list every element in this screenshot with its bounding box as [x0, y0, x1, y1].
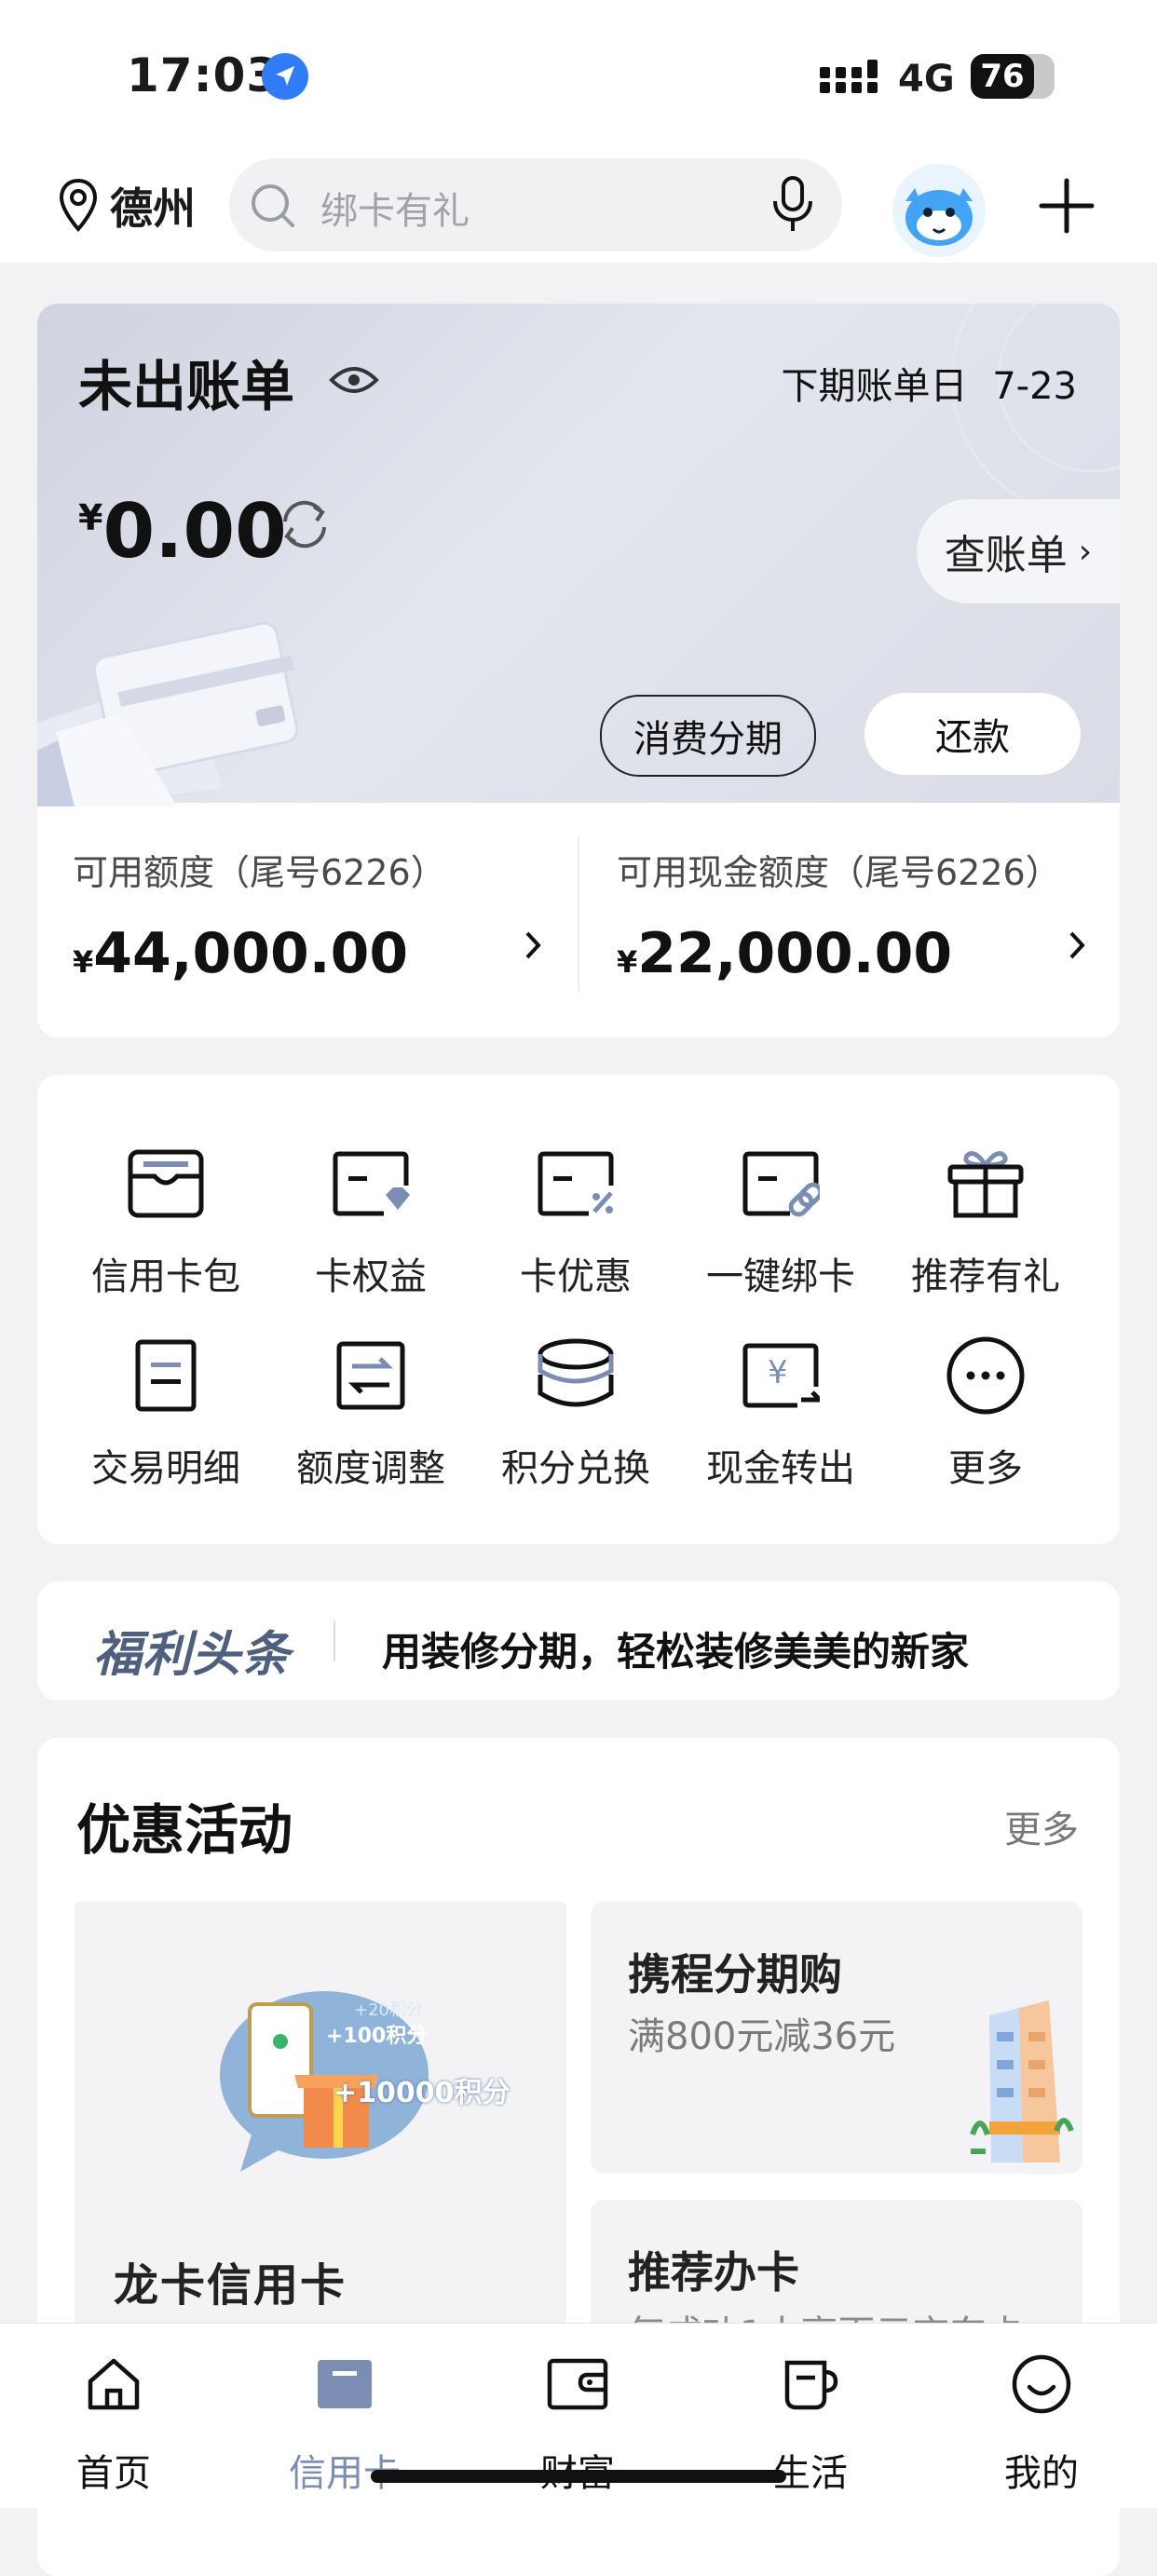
battery-level: 76: [980, 58, 1025, 95]
chevron-right-icon: [525, 931, 541, 959]
grid-item-card-discount[interactable]: 卡优惠: [473, 1142, 678, 1300]
network-type: 4G: [898, 58, 955, 101]
available-credit-amount: ¥44,000.00: [73, 921, 557, 986]
hotel-building-icon: [970, 2000, 1074, 2162]
search-icon: [246, 179, 302, 235]
search-placeholder: 绑卡有礼: [320, 190, 470, 233]
card-illustration: [37, 621, 299, 807]
grid-item-label: 额度调整: [296, 1447, 445, 1490]
grid-item-label: 卡权益: [315, 1255, 427, 1298]
chevron-right-icon: [1069, 931, 1085, 959]
grid-item-transactions[interactable]: 交易明细: [63, 1334, 268, 1492]
chevron-right-icon: ›: [1078, 532, 1093, 571]
grid-item-label: 交易明细: [91, 1447, 240, 1490]
currency-symbol: ¥: [78, 497, 103, 538]
available-cash-label: 可用现金额度（尾号6226）: [617, 852, 1061, 893]
card-benefit-icon: [333, 1151, 410, 1216]
tab-mine[interactable]: 我的: [948, 2342, 1135, 2497]
section-title: 优惠活动: [76, 1798, 293, 1862]
promo-badge-big: +10000积分: [333, 2077, 510, 2109]
card-discount-icon: [538, 1151, 614, 1216]
tab-home[interactable]: 首页: [20, 2342, 207, 2497]
grid-item-label: 推荐有礼: [911, 1255, 1060, 1298]
tab-label: 首页: [76, 2452, 151, 2495]
grid-item-referral-gift[interactable]: 推荐有礼: [883, 1142, 1088, 1300]
unbilled-amount: ¥0.00: [78, 488, 287, 575]
plus-icon[interactable]: [1038, 177, 1096, 235]
bill-title: 未出账单: [78, 355, 295, 418]
bill-card: 未出账单 下期账单日 7-23 ¥0.00 查账单 › 消费分期 还款 可用额度（…: [37, 304, 1120, 1037]
next-bill-value: 7-23: [992, 365, 1077, 408]
headline-text[interactable]: 用装修分期，轻松装修美美的新家: [382, 1620, 969, 1677]
location-pin-icon[interactable]: [56, 177, 101, 233]
promo-subtitle: 满800元减36元: [628, 2015, 896, 2058]
card-link-icon: [742, 1151, 820, 1217]
check-bill-button[interactable]: 查账单 ›: [917, 499, 1120, 603]
amount-value: 44,000.00: [93, 921, 409, 986]
more-link[interactable]: 更多: [1004, 1799, 1079, 1853]
grid-item-more[interactable]: 更多: [883, 1334, 1088, 1492]
check-bill-label: 查账单: [944, 532, 1068, 579]
microphone-icon[interactable]: [769, 175, 816, 235]
cash-transfer-icon: ¥: [742, 1343, 820, 1408]
eye-icon[interactable]: [328, 361, 380, 399]
grid-item-label: 现金转出: [706, 1447, 855, 1490]
grid-item-label: 卡优惠: [520, 1255, 632, 1298]
refresh-icon[interactable]: [276, 495, 333, 553]
available-credit-label: 可用额度（尾号6226）: [73, 852, 446, 893]
battery-icon: 76: [971, 54, 1055, 99]
status-time: 17:03: [127, 48, 280, 102]
wallet-icon: [547, 2358, 608, 2410]
transaction-doc-icon: [135, 1339, 197, 1412]
available-cash-amount: ¥22,000.00: [617, 921, 1101, 986]
home-icon: [88, 2358, 140, 2410]
next-bill-date: 下期账单日 7-23: [782, 356, 1078, 410]
grid-item-label: 积分兑换: [501, 1447, 650, 1490]
welfare-headline-bar[interactable]: 福利头条 用装修分期，轻松装修美美的新家: [37, 1581, 1120, 1701]
repay-button[interactable]: 还款: [864, 693, 1081, 775]
amount-value: 22,000.00: [637, 921, 953, 986]
cup-icon: [784, 2360, 838, 2410]
currency-symbol: ¥: [73, 944, 94, 980]
promo-title: 携程分期购: [628, 1949, 842, 2000]
avatar[interactable]: [892, 164, 986, 257]
promo-title: 推荐办卡: [628, 2247, 799, 2298]
signal-icon: [818, 58, 883, 95]
promo-badge-top: +100积分: [326, 2025, 428, 2048]
promo-title: 龙卡信用卡: [114, 2259, 347, 2312]
more-dots-icon: [946, 1336, 1025, 1415]
currency-symbol: ¥: [617, 944, 638, 980]
smile-icon: [1012, 2354, 1071, 2414]
promo-ctrip-card[interactable]: 携程分期购 满800元减36元: [591, 1902, 1082, 2174]
grid-item-card-link[interactable]: 一键绑卡: [678, 1142, 883, 1300]
grid-item-card-wallet[interactable]: 信用卡包: [63, 1142, 268, 1300]
limit-adjust-icon: [336, 1341, 405, 1410]
tab-label: 我的: [1004, 2452, 1079, 2495]
gift-icon: [947, 1151, 1024, 1218]
divider: [578, 836, 579, 993]
credit-card-icon: [318, 2360, 372, 2408]
grid-item-label: 信用卡包: [91, 1255, 240, 1298]
home-indicator: [371, 2470, 786, 2483]
points-coins-icon: [538, 1338, 614, 1407]
available-cash-credit[interactable]: 可用现金额度（尾号6226） ¥22,000.00: [617, 844, 1101, 1011]
installment-button[interactable]: 消费分期: [600, 695, 816, 777]
grid-item-label: 一键绑卡: [706, 1255, 855, 1298]
welfare-headline-logo: 福利头条: [93, 1627, 292, 1683]
function-grid: 信用卡包 卡权益 卡优惠 一键绑卡 推荐有礼 交易明细 额度调整 积分兑换 ¥ …: [37, 1075, 1120, 1544]
grid-item-card-benefit[interactable]: 卡权益: [268, 1142, 473, 1300]
card-wallet-icon: [128, 1149, 204, 1218]
divider: [333, 1620, 335, 1661]
amount-value: 0.00: [102, 488, 287, 575]
promo-badge-small: +20积分: [354, 2000, 423, 2020]
svg-text:¥: ¥: [768, 1354, 788, 1391]
grid-item-points[interactable]: 积分兑换: [473, 1334, 678, 1492]
next-bill-label: 下期账单日: [781, 365, 968, 408]
available-credit[interactable]: 可用额度（尾号6226） ¥44,000.00: [73, 844, 557, 1011]
grid-item-cash-transfer[interactable]: ¥ 现金转出: [678, 1334, 883, 1492]
grid-item-label: 更多: [948, 1447, 1023, 1490]
grid-item-limit-adjust[interactable]: 额度调整: [268, 1334, 473, 1492]
city-selector[interactable]: 德州: [110, 175, 196, 237]
location-arrow-icon: [261, 52, 309, 101]
